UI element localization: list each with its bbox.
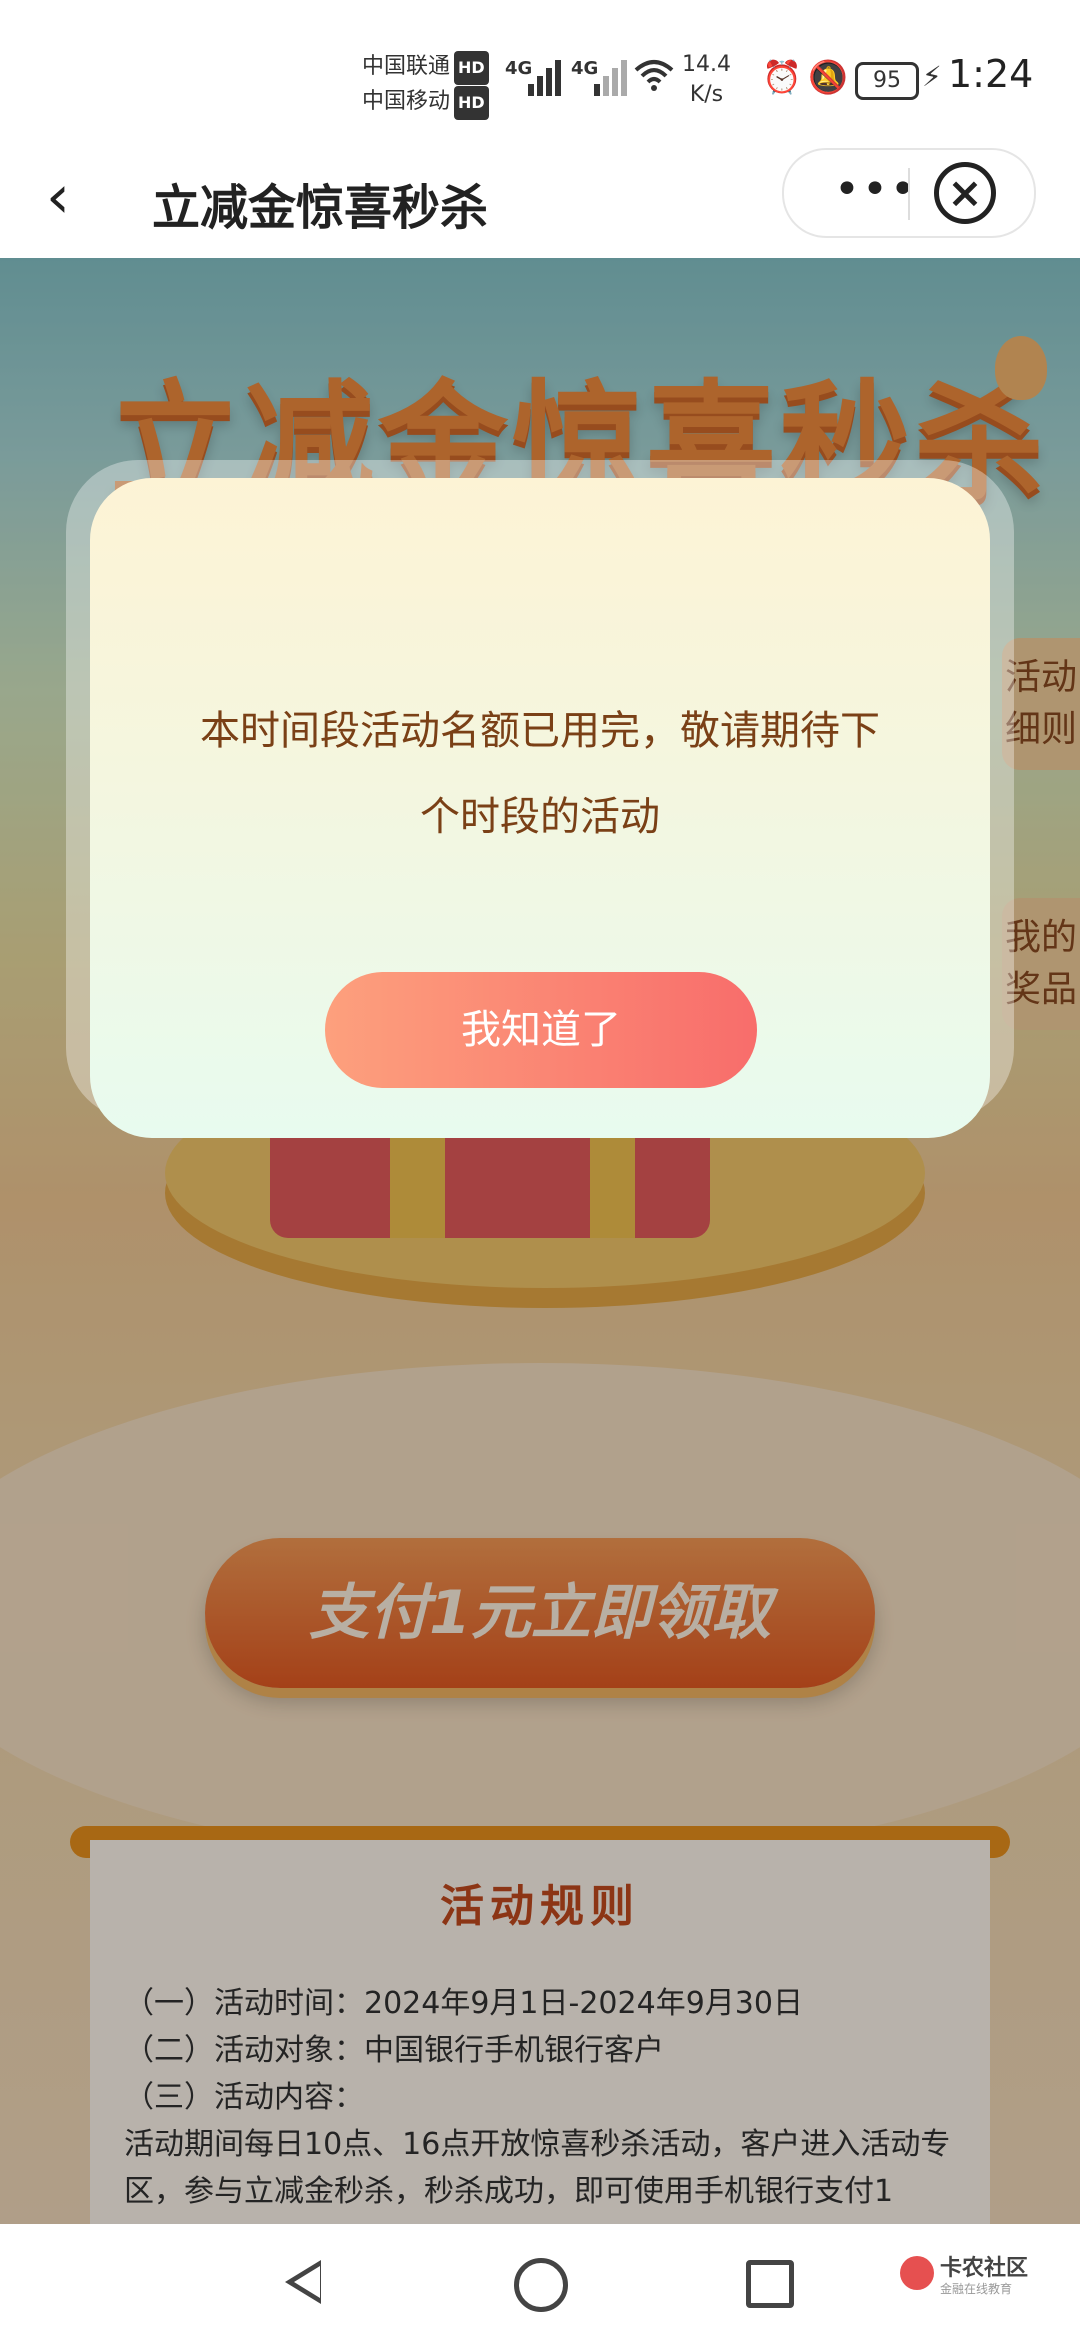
alarm-icon: ⏰ (762, 58, 802, 96)
got-it-button[interactable]: 我知道了 (325, 972, 757, 1088)
watermark-subtitle: 金融在线教育 (940, 2282, 1013, 2296)
carrier-1: 中国联通 (362, 54, 451, 79)
nav-recent-apps-icon[interactable] (746, 2260, 794, 2308)
more-icon[interactable]: ••• (834, 164, 918, 215)
hd-badge: HD (454, 51, 489, 85)
watermark-logo (900, 2256, 934, 2290)
page-title: 立减金惊喜秒杀 (152, 180, 489, 236)
dialog-message: 本时间段活动名额已用完，敬请期待下 个时段的活动 (170, 688, 910, 860)
signal-icon (528, 56, 564, 96)
speed-unit: K/s (689, 82, 724, 107)
capsule-divider (908, 168, 910, 220)
watermark: 卡农社区 金融在线教育 (900, 2250, 1070, 2310)
charging-icon: ⚡ (922, 60, 942, 93)
system-nav-bar: 卡农社区 金融在线教育 (0, 2224, 1080, 2340)
clock: 1:24 (948, 52, 1034, 96)
dialog-message-line: 本时间段活动名额已用完，敬请期待下 (200, 708, 880, 754)
network-speed: 14.4 K/s (682, 50, 731, 110)
dialog-message-line: 个时段的活动 (420, 794, 660, 840)
signal-icon (594, 56, 630, 96)
wifi-icon (634, 58, 674, 100)
mute-bell-icon: 🔕 (808, 58, 848, 96)
sold-out-dialog: 本时间段活动名额已用完，敬请期待下 个时段的活动 我知道了 (90, 478, 990, 1138)
hd-badge: HD (454, 86, 489, 120)
battery-indicator: 95 (855, 62, 919, 100)
close-icon[interactable]: × (934, 162, 996, 224)
nav-home-icon[interactable] (514, 2258, 568, 2312)
nav-bar: ‹ 立减金惊喜秒杀 ••• × (0, 140, 1080, 258)
watermark-name: 卡农社区 (940, 2256, 1029, 2281)
nav-back-icon[interactable] (285, 2260, 321, 2304)
speed-value: 14.4 (682, 52, 731, 77)
back-chevron-icon[interactable]: ‹ (46, 162, 106, 232)
carrier-info: 中国联通 HD 中国移动 HD (362, 50, 489, 120)
capsule-menu: ••• × (782, 148, 1036, 238)
status-bar: 中国联通 HD 中国移动 HD 4G 4G 14.4 K/s ⏰ 🔕 95 ⚡ 1:… (0, 0, 1080, 140)
carrier-2: 中国移动 (362, 89, 451, 114)
